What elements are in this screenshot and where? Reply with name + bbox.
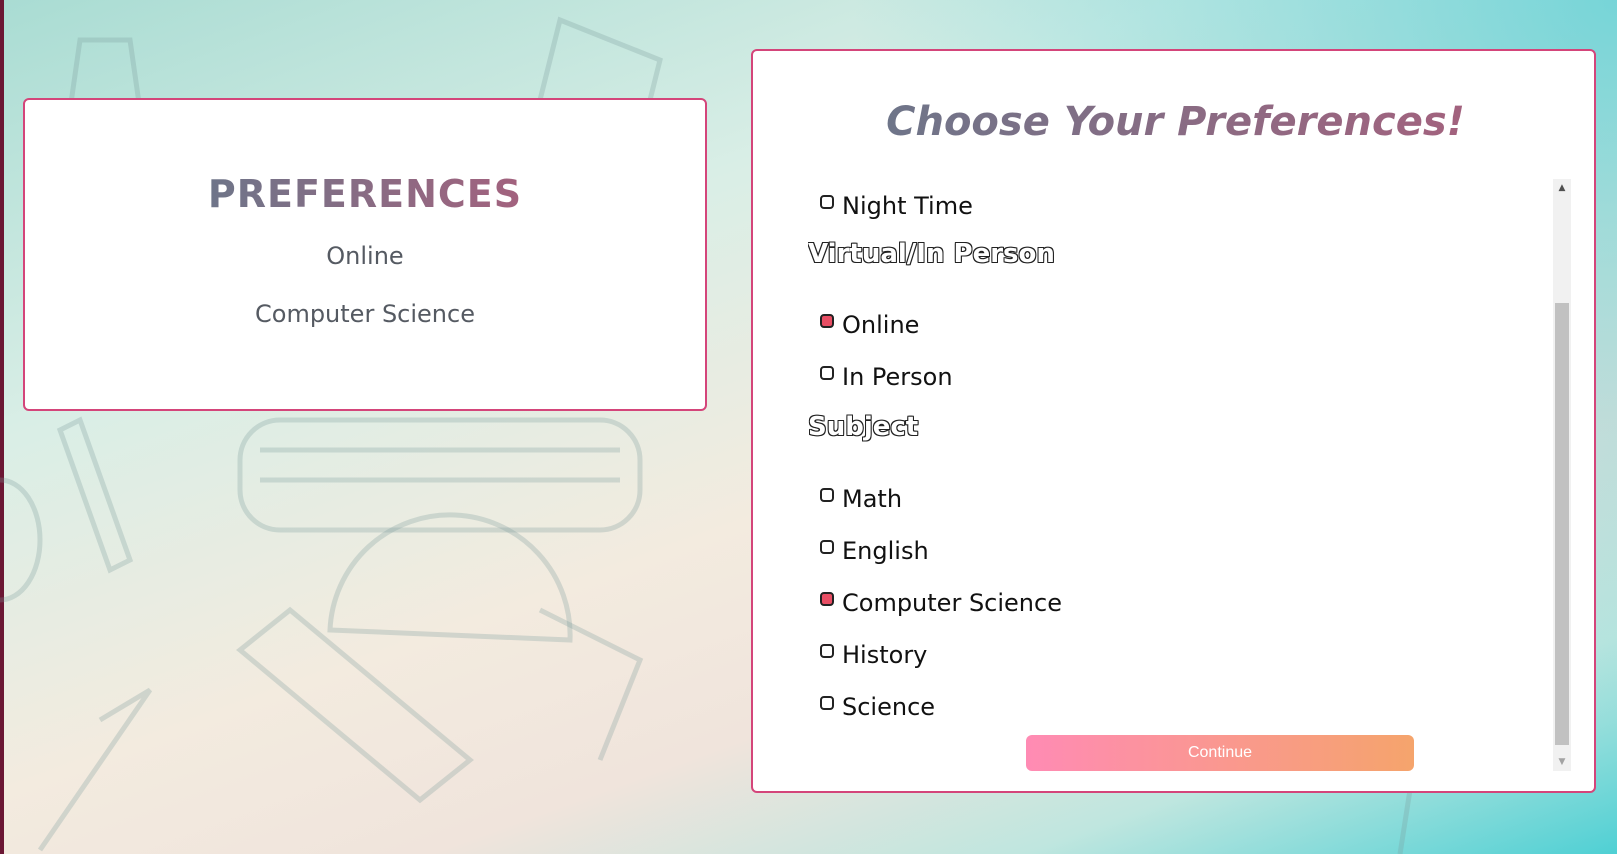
checkbox-night-time[interactable]: [820, 195, 834, 209]
scroll-up-arrow-icon[interactable]: ▲: [1553, 179, 1571, 197]
preferences-title: Choose Your Preferences!: [753, 99, 1598, 145]
continue-button[interactable]: Continue: [1026, 735, 1414, 771]
preferences-title-text: Choose Your Preferences!: [886, 99, 1465, 145]
checkbox-history[interactable]: [820, 644, 834, 658]
checkbox-science[interactable]: [820, 696, 834, 710]
group-title-virtual-in-person: Virtual/In Person: [808, 239, 1055, 269]
checkbox-computer-science[interactable]: [820, 592, 834, 606]
checkbox-online[interactable]: [820, 314, 834, 328]
option-math[interactable]: Math: [820, 481, 902, 517]
preferences-form-card: Choose Your Preferences! Night Time Virt…: [751, 49, 1596, 793]
group-title-subject: Subject: [808, 412, 919, 442]
checkbox-in-person[interactable]: [820, 366, 834, 380]
option-history[interactable]: History: [820, 637, 927, 673]
checkbox-english[interactable]: [820, 540, 834, 554]
option-online[interactable]: Online: [820, 307, 919, 343]
scrollbar-thumb[interactable]: [1555, 303, 1569, 745]
preferences-scroll-area[interactable]: Night Time Virtual/In Person Online In P…: [808, 179, 1544, 771]
option-night-time[interactable]: Night Time: [820, 188, 973, 224]
option-label: Online: [842, 311, 920, 339]
option-label: Math: [842, 485, 903, 513]
option-label: History: [842, 641, 928, 669]
option-label: Computer Science: [842, 589, 1062, 617]
option-in-person[interactable]: In Person: [820, 359, 953, 395]
option-english[interactable]: English: [820, 533, 929, 569]
option-computer-science[interactable]: Computer Science: [820, 585, 1062, 621]
option-label: Science: [842, 693, 936, 721]
vertical-scrollbar[interactable]: ▲ ▼: [1553, 179, 1571, 771]
summary-title: PREFERENCES: [207, 172, 523, 216]
option-label: In Person: [842, 363, 953, 391]
summary-item-virtual: Online: [326, 242, 404, 270]
checkbox-math[interactable]: [820, 488, 834, 502]
preferences-summary-card: PREFERENCES Online Computer Science: [23, 98, 707, 411]
summary-item-subject: Computer Science: [255, 300, 475, 328]
option-science[interactable]: Science: [820, 689, 935, 725]
option-label: Night Time: [842, 192, 973, 220]
scroll-down-arrow-icon[interactable]: ▼: [1553, 753, 1571, 771]
option-label: English: [842, 537, 929, 565]
